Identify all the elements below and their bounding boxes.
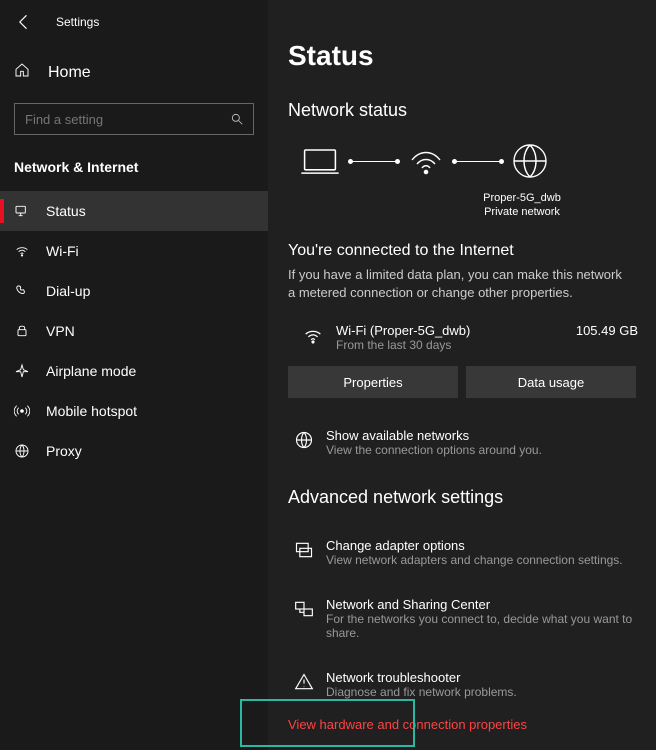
properties-button[interactable]: Properties: [288, 366, 458, 398]
connection-meta: From the last 30 days: [336, 338, 576, 352]
warning-icon: [294, 672, 314, 699]
connected-head: You're connected to the Internet: [288, 242, 656, 260]
home-row[interactable]: Home: [0, 52, 268, 93]
globe-icon: [510, 141, 550, 181]
advanced-head: Advanced network settings: [288, 487, 656, 508]
laptop-icon: [298, 144, 342, 178]
connected-sub: If you have a limited data plan, you can…: [288, 266, 628, 304]
sidebar: Settings Home Network & Internet Status …: [0, 0, 268, 750]
network-diagram: [288, 141, 656, 181]
nav-dialup[interactable]: Dial-up: [0, 271, 268, 311]
wifi-icon: [14, 243, 30, 259]
connection-row: Wi-Fi (Proper-5G_dwb) From the last 30 d…: [288, 323, 656, 352]
datausage-button[interactable]: Data usage: [466, 366, 636, 398]
back-icon[interactable]: [14, 12, 34, 32]
nav-wifi[interactable]: Wi-Fi: [0, 231, 268, 271]
show-networks-option[interactable]: Show available networks View the connect…: [288, 428, 656, 457]
nav-proxy[interactable]: Proxy: [0, 431, 268, 471]
globe-icon: [294, 430, 314, 457]
hotspot-icon: [14, 403, 30, 419]
window-title: Settings: [56, 15, 99, 29]
diagram-caption: Proper-5G_dwb Private network: [388, 191, 656, 220]
status-icon: [14, 203, 30, 219]
search-input[interactable]: [14, 103, 254, 135]
page-title: Status: [288, 40, 656, 72]
wifi-icon: [302, 325, 324, 352]
home-icon: [14, 62, 30, 83]
sharing-option[interactable]: Network and Sharing Center For the netwo…: [288, 597, 656, 640]
home-label: Home: [48, 64, 91, 82]
nav-status[interactable]: Status: [0, 191, 268, 231]
adapter-icon: [294, 540, 314, 567]
connection-usage: 105.49 GB: [576, 323, 638, 338]
nav-hotspot[interactable]: Mobile hotspot: [0, 391, 268, 431]
connection-line: [350, 161, 398, 162]
nav-vpn[interactable]: VPN: [0, 311, 268, 351]
hardware-properties-link[interactable]: View hardware and connection properties: [288, 717, 656, 732]
sharing-icon: [294, 599, 314, 640]
airplane-icon: [14, 363, 30, 379]
troubleshoot-option[interactable]: Network troubleshooter Diagnose and fix …: [288, 670, 656, 699]
section-head: Network & Internet: [0, 149, 268, 191]
connection-name: Wi-Fi (Proper-5G_dwb): [336, 323, 576, 338]
nav-airplane[interactable]: Airplane mode: [0, 351, 268, 391]
proxy-icon: [14, 443, 30, 459]
dialup-icon: [14, 283, 30, 299]
wifi-large-icon: [406, 144, 446, 178]
vpn-icon: [14, 323, 30, 339]
adapter-option[interactable]: Change adapter options View network adap…: [288, 538, 656, 567]
network-status-head: Network status: [288, 100, 656, 121]
main-content: Status Network status Proper-5G_dwb Priv…: [268, 0, 656, 750]
connection-line: [454, 161, 502, 162]
